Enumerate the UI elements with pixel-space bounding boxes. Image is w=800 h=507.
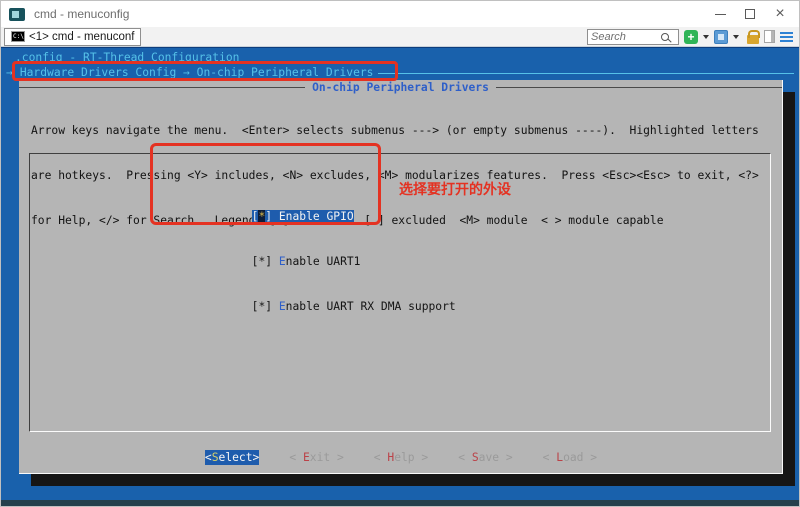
breadcrumb-arrow-icon: → (6, 65, 13, 80)
minimize-icon (715, 14, 726, 15)
window-mode-button[interactable] (714, 30, 728, 44)
save-button[interactable]: < Save > (458, 450, 512, 465)
maximize-icon (745, 9, 755, 19)
search-input[interactable] (591, 31, 661, 43)
terminal-area: .config - RT-Thread Configuration →Hardw… (1, 47, 799, 506)
cmd-icon: C:\ (11, 31, 25, 42)
help-button[interactable]: < Help > (374, 450, 428, 465)
kconfig-backtitle: .config - RT-Thread Configuration (15, 50, 239, 65)
select-button[interactable]: <Select> (205, 450, 259, 465)
close-button[interactable]: × (765, 1, 795, 27)
conemu-app-icon (9, 8, 25, 21)
menu-item-enable-uart1[interactable]: [*] Enable UART1 (252, 255, 361, 268)
dialog-buttons: <Select> < Exit > < Help > < Save > < Lo… (19, 450, 783, 465)
menu-item-enable-uart-rx-dma[interactable]: [*] Enable UART RX DMA support (252, 300, 456, 313)
hamburger-menu-icon[interactable] (780, 32, 793, 42)
search-box[interactable] (587, 29, 679, 45)
title-bar: cmd - menuconfig × (1, 1, 799, 27)
new-console-dropdown-icon[interactable] (703, 35, 709, 39)
menu-listbox: [*] Enable GPIO [*] Enable UART1 [*] Ena… (29, 153, 771, 432)
menu-item-enable-gpio[interactable]: [*] Enable GPIO (252, 210, 354, 223)
buffer-scroll-icon[interactable] (764, 30, 775, 43)
new-console-button[interactable]: + (684, 30, 698, 44)
menu-row: [*] Enable GPIO (170, 194, 456, 209)
exit-button[interactable]: < Exit > (289, 450, 343, 465)
window-title: cmd - menuconfig (34, 7, 129, 21)
tab-cmd-menuconfig[interactable]: C:\ <1> cmd - menuconf (4, 28, 141, 46)
window-controls: × (705, 1, 795, 27)
conemu-window: cmd - menuconfig × C:\ <1> cmd - menucon… (0, 0, 800, 507)
menuconfig-dialog: On-chip Peripheral Drivers Arrow keys na… (19, 80, 783, 474)
minimize-button[interactable] (705, 1, 735, 27)
menu-row: [*] Enable UART RX DMA support (170, 284, 456, 299)
tab-bar: C:\ <1> cmd - menuconf + (1, 27, 799, 47)
search-icon[interactable] (661, 33, 669, 41)
window-bottom-bar (1, 500, 799, 506)
breadcrumb: Hardware Drivers Config → On-chip Periph… (13, 65, 374, 80)
lock-icon[interactable] (747, 35, 759, 44)
menu-items: [*] Enable GPIO [*] Enable UART1 [*] Ena… (170, 164, 456, 329)
horizontal-rule (378, 73, 794, 74)
toolbar-right: + (587, 29, 796, 45)
menu-row: [*] Enable UART1 (170, 239, 456, 254)
tab-label: <1> cmd - menuconf (29, 31, 134, 43)
maximize-button[interactable] (735, 1, 765, 27)
window-mode-dropdown-icon[interactable] (733, 35, 739, 39)
menu-path-row: →Hardware Drivers Config → On-chip Perip… (6, 65, 794, 80)
load-button[interactable]: < Load > (543, 450, 597, 465)
